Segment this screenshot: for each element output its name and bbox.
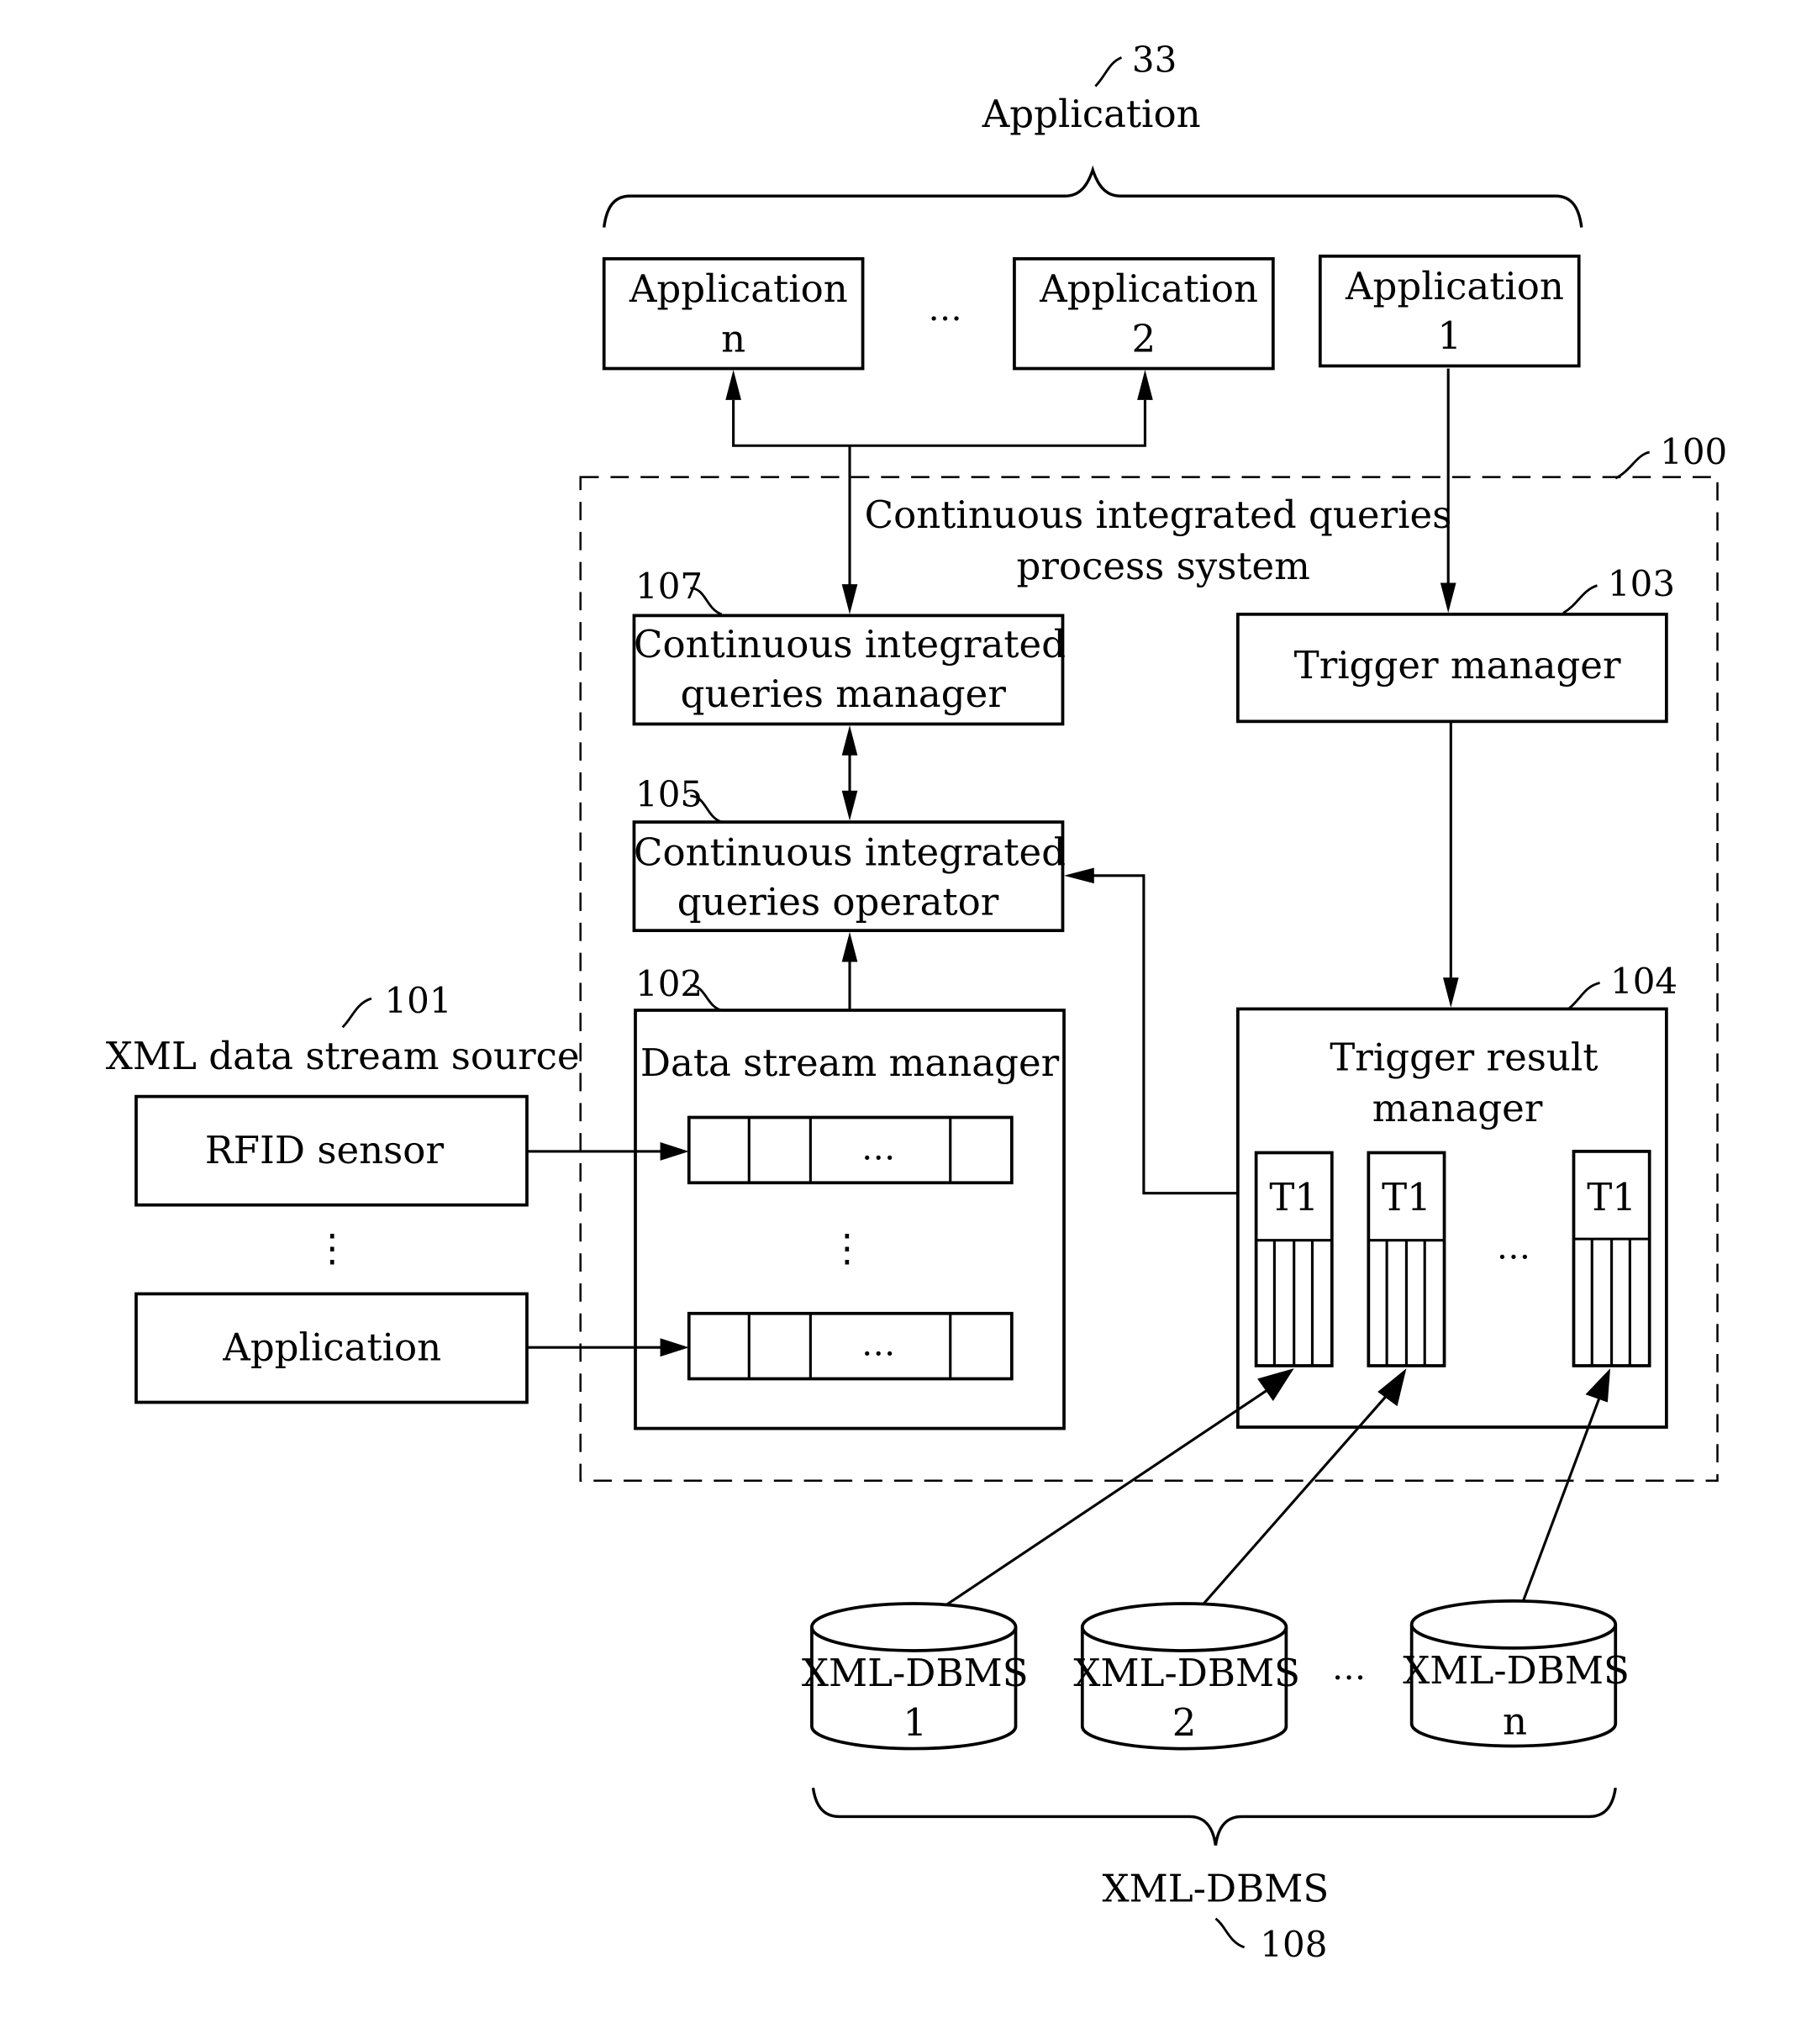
rfid-sensor-box[interactable]: RFID sensor <box>134 1094 529 1207</box>
connector-to-apps <box>732 399 1147 447</box>
database-n[interactable]: XML-DBMS n <box>1403 1599 1630 1748</box>
arrowhead-app-2 <box>1137 370 1153 400</box>
database-2[interactable]: XML-DBMS 2 <box>1073 1602 1300 1751</box>
application-group-label: Application <box>982 92 1201 136</box>
arrowhead-cqo-from-dsm <box>841 931 858 962</box>
ref-label-108: 108 <box>1260 1924 1327 1965</box>
trigger-table-2: T1 <box>1367 1151 1446 1367</box>
ref-label-102: 102 <box>635 963 703 1004</box>
stream-buffer-2: … <box>687 1311 1014 1381</box>
system-title-line2: process system <box>1017 544 1310 588</box>
applications-ellipsis: … <box>928 288 965 329</box>
svg-text:Data stream manager: Data stream manager <box>640 1040 1060 1085</box>
svg-text:XML-DBMS: XML-DBMS <box>1403 1648 1630 1693</box>
svg-text:queries operator: queries operator <box>677 879 999 924</box>
arrowhead-trigger-result <box>1442 977 1459 1008</box>
svg-text:RFID sensor: RFID sensor <box>205 1128 445 1172</box>
database-group-brace <box>811 1787 1617 1846</box>
cq-operator-box[interactable]: Continuous integrated queries operator <box>632 820 1066 933</box>
svg-text:2: 2 <box>1132 316 1156 361</box>
buffer-ellipsis: … <box>861 1127 898 1167</box>
ref-leader-108 <box>1214 1917 1246 1949</box>
databases-ellipsis: … <box>1332 1647 1369 1688</box>
arrowhead-trigger-manager <box>1440 582 1456 614</box>
buffers-vdots: ⋮ <box>828 1226 866 1271</box>
svg-text:Continuous integrated: Continuous integrated <box>634 622 1066 666</box>
ref-label-101: 101 <box>384 980 451 1021</box>
system-title-line1: Continuous integrated queries <box>865 493 1452 537</box>
svg-text:1: 1 <box>903 1700 927 1745</box>
svg-text:1: 1 <box>1437 313 1462 358</box>
application-source-box[interactable]: Application <box>134 1292 529 1404</box>
svg-text:Application: Application <box>1039 266 1258 311</box>
ref-label-100: 100 <box>1660 431 1727 472</box>
ref-leader-103 <box>1562 584 1598 614</box>
application-group-brace <box>602 165 1583 228</box>
ref-label-104: 104 <box>1610 961 1677 1002</box>
arrowhead-cqo-down <box>841 790 858 821</box>
ref-label-103: 103 <box>1608 563 1675 604</box>
buffer-ellipsis: … <box>861 1324 898 1364</box>
ref-leader-33 <box>1094 56 1123 87</box>
stream-buffer-1: … <box>687 1115 1014 1185</box>
application-box-1[interactable]: Application 1 <box>1318 254 1581 368</box>
svg-text:Trigger manager: Trigger manager <box>1294 643 1621 687</box>
ref-leader-104 <box>1567 981 1600 1010</box>
svg-text:Application: Application <box>1345 264 1564 308</box>
application-box-2[interactable]: Application 2 <box>1013 257 1275 371</box>
svg-text:XML-DBMS: XML-DBMS <box>802 1651 1029 1695</box>
trigger-manager-box[interactable]: Trigger manager <box>1235 612 1668 724</box>
cq-manager-box[interactable]: Continuous integrated queries manager <box>632 614 1066 726</box>
ref-label-33: 33 <box>1132 40 1177 81</box>
svg-text:n: n <box>1503 1699 1527 1743</box>
svg-text:T1: T1 <box>1587 1175 1636 1220</box>
sources-vdots: ⋮ <box>313 1226 351 1271</box>
svg-text:Application: Application <box>222 1325 441 1370</box>
svg-text:Application: Application <box>629 266 848 311</box>
system-diagram: 33 Application Application n … Applicati… <box>106 40 1727 1965</box>
trigger-tables-ellipsis: … <box>1497 1226 1534 1267</box>
svg-text:Trigger result: Trigger result <box>1330 1035 1598 1080</box>
ref-leader-101 <box>341 997 372 1029</box>
trigger-table-n: T1 <box>1572 1150 1651 1367</box>
database-group-label: XML-DBMS <box>1103 1867 1330 1911</box>
svg-text:Continuous integrated: Continuous integrated <box>634 830 1066 874</box>
trigger-table-1: T1 <box>1254 1151 1334 1367</box>
database-1[interactable]: XML-DBMS 1 <box>802 1602 1029 1751</box>
arrowhead-cqm-in <box>841 584 858 614</box>
stream-source-label: XML data stream source <box>106 1034 580 1078</box>
svg-text:manager: manager <box>1372 1086 1543 1130</box>
svg-text:queries manager: queries manager <box>681 672 1007 716</box>
connector-result-to-cqo <box>1093 874 1238 1195</box>
arrowhead-cqm-up <box>841 725 858 756</box>
svg-text:n: n <box>721 316 745 361</box>
svg-text:2: 2 <box>1172 1700 1197 1745</box>
arrowhead-app-n <box>725 370 741 400</box>
svg-text:XML-DBMS: XML-DBMS <box>1073 1651 1300 1695</box>
ref-label-105: 105 <box>635 773 703 814</box>
ref-label-107: 107 <box>635 566 703 607</box>
svg-text:T1: T1 <box>1269 1175 1319 1220</box>
svg-text:T1: T1 <box>1382 1175 1431 1220</box>
ref-leader-100 <box>1614 450 1651 480</box>
arrowhead-cqo-from-result <box>1064 867 1094 884</box>
application-box-n[interactable]: Application n <box>602 257 865 371</box>
